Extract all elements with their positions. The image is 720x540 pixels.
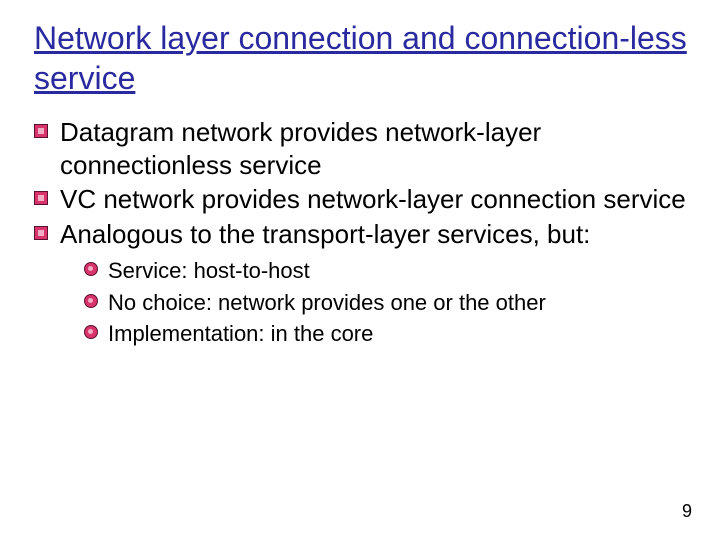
circle-bullet-icon [84, 294, 98, 308]
sub-bullet-text: Implementation: in the core [108, 321, 373, 346]
square-bullet-icon [34, 124, 48, 138]
circle-bullet-icon [84, 325, 98, 339]
list-item: Service: host-to-host [84, 256, 690, 286]
slide: Network layer connection and connection-… [0, 0, 720, 540]
sub-bullet-text: No choice: network provides one or the o… [108, 290, 546, 315]
bullet-text: Analogous to the transport-layer service… [60, 219, 590, 249]
list-item: No choice: network provides one or the o… [84, 288, 690, 318]
circle-bullet-icon [84, 262, 98, 276]
bullet-text: VC network provides network-layer connec… [60, 184, 686, 214]
sub-bullet-text: Service: host-to-host [108, 258, 310, 283]
sub-bullet-list: Service: host-to-host No choice: network… [84, 256, 690, 349]
list-item: VC network provides network-layer connec… [34, 183, 690, 216]
list-item: Datagram network provides network-layer … [34, 116, 690, 181]
list-item: Implementation: in the core [84, 319, 690, 349]
page-number: 9 [682, 501, 692, 522]
slide-title: Network layer connection and connection-… [34, 18, 690, 98]
square-bullet-icon [34, 191, 48, 205]
main-bullet-list: Datagram network provides network-layer … [34, 116, 690, 250]
bullet-text: Datagram network provides network-layer … [60, 117, 541, 180]
square-bullet-icon [34, 226, 48, 240]
list-item: Analogous to the transport-layer service… [34, 218, 690, 251]
